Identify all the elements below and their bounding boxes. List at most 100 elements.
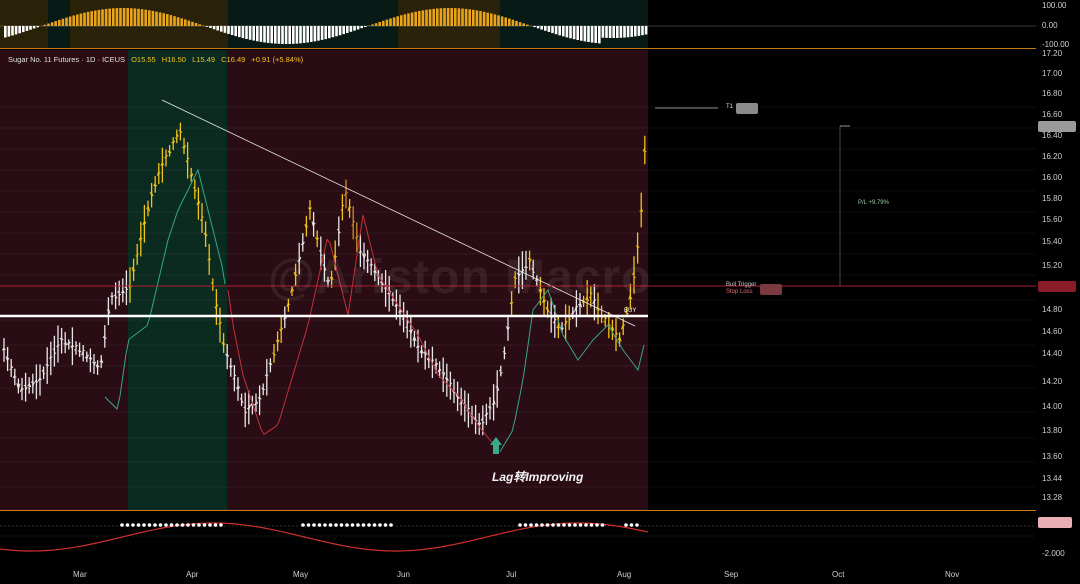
histogram-bar: [479, 11, 482, 26]
histogram-bar: [101, 9, 104, 26]
price-tick: 14.80: [1042, 305, 1063, 314]
bottom-oscillator-canvas: [0, 522, 1036, 552]
month-label: Apr: [186, 570, 199, 579]
histogram-bar: [317, 26, 320, 41]
histogram-bar: [616, 26, 619, 38]
osc-value-badge[interactable]: [1038, 517, 1072, 528]
histogram-bar: [266, 26, 270, 43]
histogram-bar: [187, 20, 191, 26]
histogram-bar: [306, 26, 309, 43]
histogram-bar: [461, 8, 464, 26]
histogram-bar: [331, 26, 335, 38]
histogram-bar: [252, 26, 255, 41]
histogram-bar: [238, 26, 241, 38]
histogram-bar: [115, 8, 119, 27]
histogram-bar: [634, 26, 637, 37]
signal-dot: [624, 523, 628, 527]
histogram-bar: [194, 23, 198, 26]
signal-dot: [213, 523, 218, 527]
signal-dot: [573, 523, 577, 527]
ohlc-close: C16.49: [221, 55, 246, 64]
price-chart-pane[interactable]: @Ariston Macro Sugar No. 11 Futures · 1D…: [0, 50, 1036, 511]
histogram-bar: [47, 23, 50, 26]
signal-dot: [125, 523, 130, 527]
price-bar-open: [635, 245, 638, 247]
signal-dot: [334, 523, 338, 527]
histogram-bar: [328, 26, 331, 39]
price-bar-close: [133, 269, 136, 272]
histogram-bar: [212, 26, 216, 30]
symbol-header[interactable]: Sugar No. 11 Futures · 1D · ICEUS O15.55…: [8, 55, 307, 64]
histogram-bar: [475, 10, 479, 26]
histogram-bar: [497, 15, 500, 26]
stop-loss-badge[interactable]: [760, 284, 782, 295]
histogram-bar: [439, 8, 443, 26]
histogram-bar: [446, 8, 450, 27]
histogram-bar: [371, 24, 374, 26]
signal-dot: [301, 523, 305, 527]
signal-dot: [306, 523, 311, 527]
lag-improving-annotation: Lag转Improving: [492, 470, 584, 484]
histogram-bar: [630, 26, 633, 37]
histogram-bar: [547, 26, 551, 32]
histogram-bar: [76, 14, 79, 26]
price-bar-open: [106, 309, 109, 311]
histogram-bar: [270, 26, 273, 44]
histogram-bar: [583, 26, 587, 42]
histogram-bar: [378, 21, 381, 26]
histogram-bar: [18, 26, 21, 34]
signal-dot: [556, 523, 561, 527]
trigger-price-badge[interactable]: [1038, 281, 1076, 292]
current-price-badge[interactable]: [1038, 121, 1076, 132]
signal-dot: [356, 523, 360, 527]
month-label: Sep: [724, 570, 739, 579]
signal-dot: [562, 523, 566, 527]
histogram-bar: [112, 8, 115, 26]
histogram-bar: [410, 12, 414, 26]
price-tick: 14.40: [1042, 349, 1063, 358]
signal-dot: [372, 523, 377, 527]
histogram-bar: [108, 8, 111, 26]
histogram-bar: [562, 26, 565, 37]
time-axis[interactable]: Mar Apr May Jun Jul Aug Sep Oct Nov: [0, 565, 1036, 584]
histogram-bar: [569, 26, 572, 39]
price-bar-open: [23, 384, 26, 387]
signal-dot: [567, 523, 572, 527]
histogram-bar: [277, 26, 281, 44]
histogram-bar: [198, 24, 201, 26]
price-scale[interactable]: 100.00 0.00 -100.00 17.20 17.00 16.80 16…: [1036, 0, 1080, 565]
price-bar-open: [110, 295, 113, 298]
signal-dot: [136, 523, 141, 527]
histogram-bar: [32, 26, 36, 29]
top-oscillator-pane[interactable]: [0, 0, 1036, 48]
histogram-bar: [86, 11, 90, 26]
price-tick: 16.80: [1042, 89, 1063, 98]
price-tick: 16.60: [1042, 110, 1063, 119]
histogram-bar: [364, 26, 367, 27]
signal-dot: [339, 523, 344, 527]
ohlc-open: O15.55: [131, 55, 156, 64]
histogram-bar: [97, 9, 101, 26]
top-background: [0, 0, 48, 48]
histogram-bar: [205, 26, 209, 27]
histogram-bar: [263, 26, 266, 43]
price-bar-close: [140, 237, 143, 240]
target-t1-label: T1: [726, 104, 734, 110]
histogram-bar: [482, 11, 486, 26]
signal-dot: [164, 523, 168, 527]
pnl-label: P/L +9.79%: [858, 200, 889, 206]
histogram-bar: [425, 9, 428, 26]
bottom-oscillator-pane[interactable]: [0, 512, 1036, 565]
histogram-bar: [605, 26, 608, 38]
histogram-bar: [173, 16, 176, 26]
histogram-bar: [288, 26, 291, 44]
histogram-bar: [360, 26, 363, 29]
histogram-bar: [29, 26, 32, 30]
signal-dot: [180, 523, 185, 527]
signal-dot: [361, 523, 366, 527]
histogram-bar: [342, 26, 345, 35]
price-tick: 16.40: [1042, 131, 1063, 140]
histogram-bar: [522, 23, 525, 26]
target-t1-badge[interactable]: [736, 103, 758, 114]
histogram-bar: [144, 9, 147, 26]
